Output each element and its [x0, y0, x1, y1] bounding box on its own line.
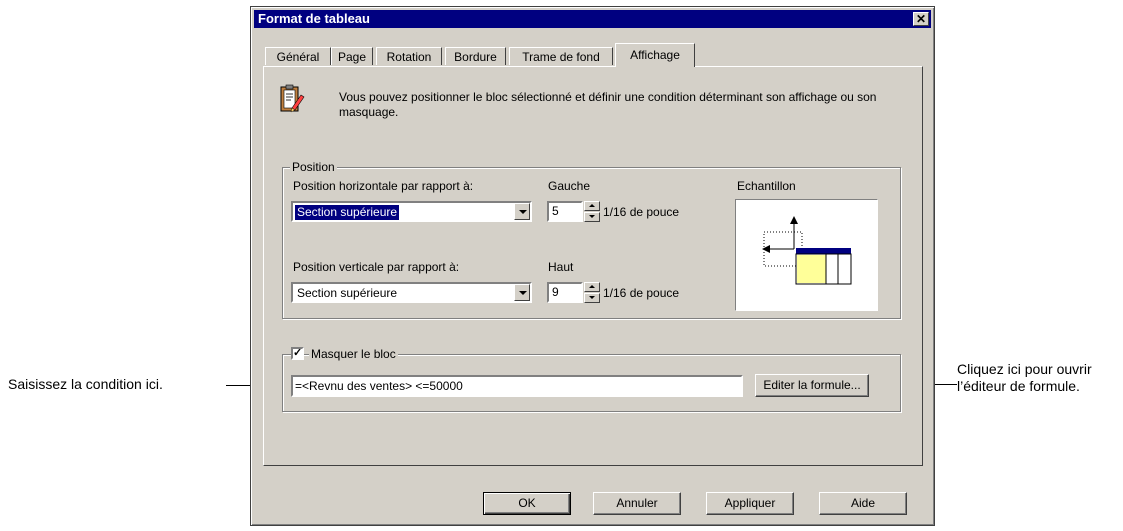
top-offset-label: Haut [548, 260, 574, 274]
checkmark-icon: ✓ [293, 347, 303, 359]
stepper-down-icon[interactable] [584, 293, 600, 303]
tab-background[interactable]: Trame de fond [509, 47, 613, 65]
close-button[interactable]: ✕ [913, 12, 929, 26]
chevron-down-icon[interactable] [514, 284, 530, 301]
tab-general[interactable]: Général [265, 47, 331, 65]
apply-button[interactable]: Appliquer [706, 492, 794, 515]
title-bar: Format de tableau ✕ [254, 10, 931, 28]
edit-formula-button[interactable]: Editer la formule... [755, 374, 869, 397]
annotation-enter-condition: Saisissez la condition ici. [8, 376, 163, 392]
position-group-label: Position [290, 160, 337, 174]
dialog-title: Format de tableau [258, 11, 370, 26]
help-button[interactable]: Aide [819, 492, 907, 515]
tab-rotation[interactable]: Rotation [376, 47, 442, 65]
horizontal-position-value: Section supérieure [293, 204, 401, 221]
left-offset-unit: 1/16 de pouce [603, 205, 680, 219]
mask-block-label[interactable]: Masquer le bloc [309, 347, 398, 361]
horizontal-position-select[interactable]: Section supérieure [291, 201, 532, 222]
sample-preview [735, 199, 878, 311]
tab-page[interactable]: Page [331, 47, 373, 65]
sample-label: Echantillon [737, 179, 796, 193]
top-offset-input[interactable]: 9 [547, 282, 583, 303]
close-icon: ✕ [915, 12, 927, 26]
left-offset-label: Gauche [548, 179, 591, 193]
top-offset-unit: 1/16 de pouce [603, 286, 680, 300]
formula-input[interactable]: =<Revnu des ventes> <=50000 [291, 375, 743, 397]
format-table-dialog: Format de tableau ✕ Général Page Rotatio… [250, 6, 935, 526]
left-offset-input[interactable]: 5 [547, 201, 583, 222]
sample-diagram [762, 216, 852, 285]
mask-block-checkbox[interactable]: ✓ [291, 347, 304, 360]
top-offset-stepper[interactable] [584, 282, 600, 303]
clipboard-pencil-icon [280, 84, 305, 113]
intro-description: Vous pouvez positionner le bloc sélectio… [339, 90, 877, 119]
ok-button[interactable]: OK [483, 492, 571, 515]
stepper-up-icon[interactable] [584, 282, 600, 292]
stepper-up-icon[interactable] [584, 201, 600, 211]
cancel-button[interactable]: Annuler [593, 492, 681, 515]
stepper-down-icon[interactable] [584, 212, 600, 222]
tab-display[interactable]: Affichage [615, 43, 695, 67]
left-offset-stepper[interactable] [584, 201, 600, 222]
horizontal-position-label: Position horizontale par rapport à: [293, 179, 474, 193]
tab-border[interactable]: Bordure [445, 47, 506, 65]
vertical-position-value: Section supérieure [297, 286, 398, 300]
annotation-formula-editor: Cliquez ici pour ouvrir l’éditeur de for… [957, 361, 1092, 394]
chevron-down-icon[interactable] [514, 203, 530, 220]
vertical-position-label: Position verticale par rapport à: [293, 260, 460, 274]
vertical-position-select[interactable]: Section supérieure [291, 282, 532, 303]
